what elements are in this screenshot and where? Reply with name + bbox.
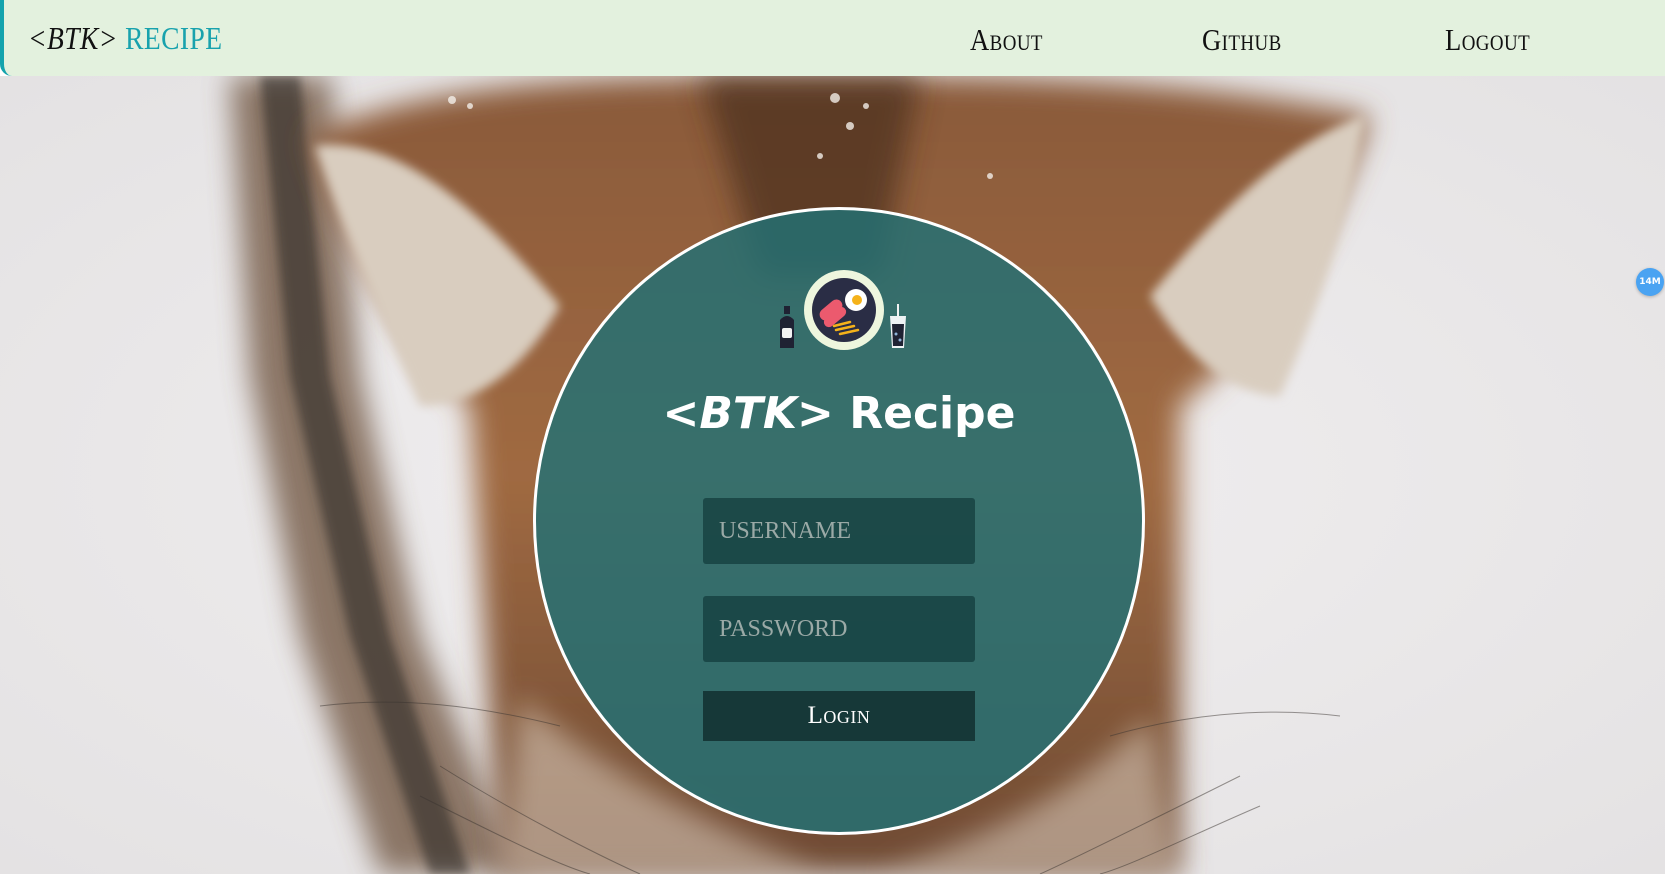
nav-github-link[interactable]: Github [1202, 20, 1282, 60]
login-button[interactable]: Login [703, 691, 975, 741]
brand-logo[interactable]: <BTK> RECIPE [28, 18, 222, 58]
brand-word: RECIPE [125, 20, 223, 56]
nav-logout-link[interactable]: Logout [1445, 20, 1530, 60]
password-input[interactable] [703, 596, 975, 662]
food-plate-icon [804, 270, 884, 350]
login-title: <BTK> Recipe [536, 387, 1142, 441]
recipe-logo [774, 264, 914, 354]
sauce-bottle-icon [780, 306, 794, 348]
top-navbar: <BTK> RECIPE About Github Logout [0, 0, 1665, 76]
drink-cup-icon [890, 304, 906, 348]
login-panel: <BTK> Recipe Login [533, 207, 1145, 835]
username-input[interactable] [703, 498, 975, 564]
login-title-word: Recipe [849, 388, 1016, 439]
nav-about-link[interactable]: About [970, 20, 1043, 60]
login-title-tag: <BTK> [662, 388, 834, 439]
page: <BTK> RECIPE About Github Logout 14M <BT… [0, 0, 1665, 874]
brand-tag: <BTK> [28, 20, 118, 56]
side-counter-badge[interactable]: 14M [1636, 268, 1664, 296]
